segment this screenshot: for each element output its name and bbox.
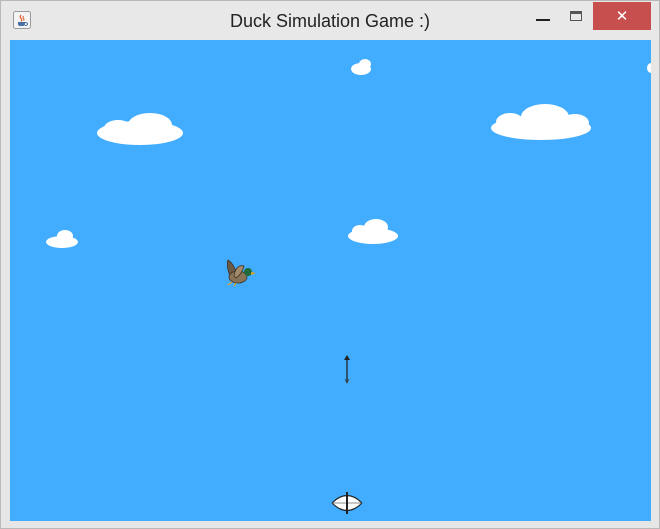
game-canvas[interactable] [10,40,651,521]
cloud-middle [348,219,398,244]
maximize-button[interactable] [561,2,591,30]
game-scene [46,59,651,514]
cloud-edge-right [647,63,651,73]
arrow-projectile [344,355,350,384]
cloud-large-left [97,113,183,145]
cloud-small-left [46,230,78,248]
cloud-large-right [491,104,591,140]
cloud-small-top [351,59,371,75]
minimize-button[interactable] [526,2,560,30]
maximize-icon [570,11,582,21]
close-icon: ✕ [615,6,629,25]
minimize-icon [536,19,550,21]
title-bar[interactable]: Duck Simulation Game :) ✕ [1,1,659,39]
bow-player[interactable] [331,492,363,514]
duck-sprite[interactable] [226,259,256,287]
close-button[interactable]: ✕ [593,2,651,30]
game-window: Duck Simulation Game :) ✕ [0,0,660,529]
java-coffee-cup-icon[interactable] [13,11,31,29]
